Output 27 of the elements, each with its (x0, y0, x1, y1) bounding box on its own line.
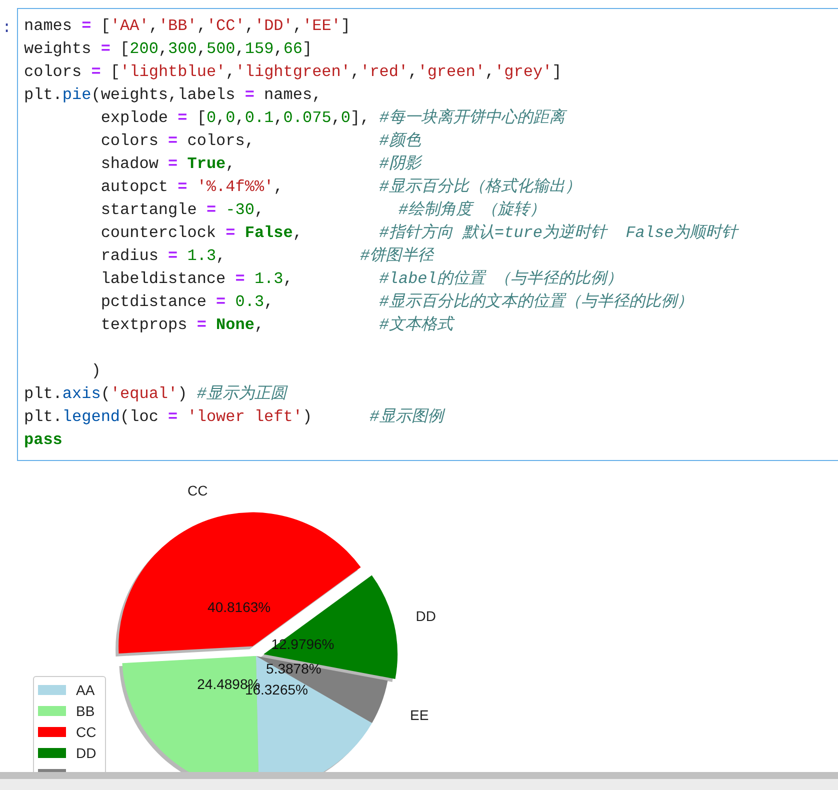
code-line: pass (24, 430, 62, 451)
code-line: weights = [200,300,500,159,66] (24, 39, 312, 60)
slice-label: DD (416, 608, 436, 624)
code-line: pctdistance = 0.3, #显示百分比的文本的位置（与半径的比例） (100, 292, 693, 313)
code-line: autopct = '%.4f%%', #显示百分比（格式化输出） (100, 176, 581, 198)
slice-label: EE (410, 707, 429, 724)
legend-label: BB (76, 702, 95, 720)
code-line: radius = 1.3, #饼图半径 (100, 246, 434, 267)
cell-prompt: : (2, 19, 12, 37)
code-line: textprops = None, #文本格式 (100, 314, 453, 336)
slice-label: CC (187, 482, 208, 499)
code-line: colors = ['lightblue','lightgreen','red','green','grey'] (24, 62, 562, 83)
code-line: labeldistance = 1.3, #label的位置 （与半径的比例） (100, 268, 622, 290)
code-line: colors = colors, #颜色 (100, 130, 421, 152)
code-line: plt.axis('equal') #显示为正圆 (24, 384, 286, 405)
legend-label: AA (76, 680, 95, 700)
code-line: names = ['AA','BB','CC','DD','EE'] (24, 16, 350, 37)
percent-label: 40.8163% (208, 599, 271, 616)
code-line: plt.pie(weights,labels = names, (24, 85, 322, 106)
code-line: ) (90, 361, 101, 382)
legend-label: DD (76, 744, 96, 762)
code-line: startangle = -30, #绘制角度 （旋转） (100, 200, 546, 221)
code-line: explode = [0,0,0.1,0.075,0], #每一块离开饼中心的距离 (24, 107, 565, 130)
legend-label: CC (76, 722, 96, 742)
code-line: counterclock = False, #指针方向 默认=ture为逆时针 False为顺时针 (100, 222, 738, 244)
code-line: shadow = True, #阴影 (100, 154, 421, 175)
code-line: plt.legend(loc = 'lower left') #显示图例 (24, 407, 444, 428)
